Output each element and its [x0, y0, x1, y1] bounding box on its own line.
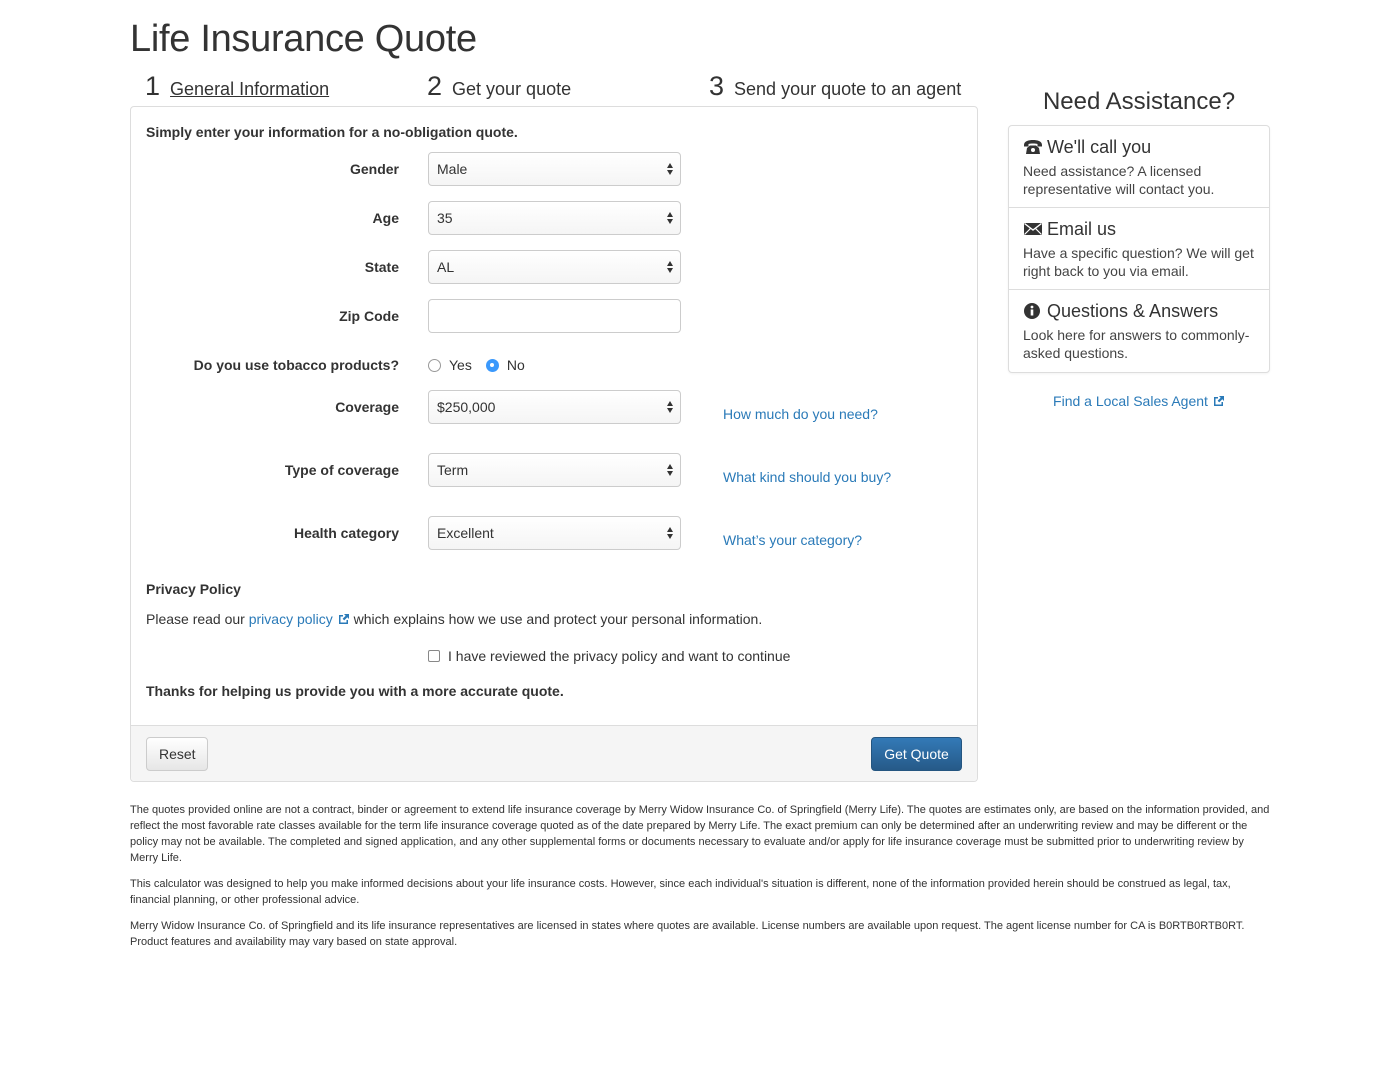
select-arrows-icon — [667, 161, 674, 177]
select-arrows-icon — [667, 210, 674, 226]
info-icon — [1024, 303, 1040, 319]
disclaimer: The quotes provided online are not a con… — [130, 802, 1270, 960]
tobacco-row: Do you use tobacco products? Yes No — [131, 348, 979, 382]
assistance-list: We'll call you Need assistance? A licens… — [1008, 125, 1270, 373]
privacy-acknowledge: I have reviewed the privacy policy and w… — [428, 648, 790, 664]
assist-item-desc: Have a specific question? We will get ri… — [1023, 245, 1254, 279]
phone-icon — [1024, 140, 1042, 154]
assist-item-faq[interactable]: Questions & Answers Look here for answer… — [1009, 290, 1269, 372]
privacy-checkbox[interactable] — [428, 650, 440, 662]
tobacco-yes-label[interactable]: Yes — [449, 357, 472, 373]
assist-item-title: We'll call you — [1047, 136, 1152, 157]
privacy-text-before: Please read our — [146, 611, 249, 627]
privacy-text-after: which explains how we use and protect yo… — [349, 611, 763, 627]
state-select[interactable]: AL — [428, 250, 681, 284]
zip-label: Zip Code — [339, 308, 399, 324]
get-quote-button[interactable]: Get Quote — [871, 737, 962, 771]
tobacco-label: Do you use tobacco products? — [193, 357, 399, 373]
privacy-text: Please read our privacy policy which exp… — [146, 611, 762, 627]
tobacco-no-radio[interactable] — [485, 358, 499, 372]
local-agent-label[interactable]: Find a Local Sales Agent — [1053, 393, 1208, 409]
state-value: AL — [437, 259, 455, 275]
assist-item-title: Email us — [1047, 218, 1117, 239]
thanks-text: Thanks for helping us provide you with a… — [146, 683, 564, 699]
coverage-value: $250,000 — [437, 399, 496, 415]
select-arrows-icon — [667, 399, 674, 415]
assist-item-email[interactable]: Email us Have a specific question? We wi… — [1009, 208, 1269, 290]
coverage-type-select[interactable]: Term — [428, 453, 681, 487]
tobacco-yes-radio[interactable] — [428, 358, 441, 372]
step-get-quote: 2 Get your quote — [427, 71, 571, 102]
coverage-label: Coverage — [335, 399, 399, 415]
coverage-help-link[interactable]: How much do you need? — [723, 397, 878, 431]
gender-select[interactable]: Male — [428, 152, 681, 186]
coverage-type-row: Type of coverage Term What kind should y… — [131, 453, 979, 487]
assist-item-desc: Need assistance? A licensed representati… — [1023, 163, 1215, 197]
assistance-title: Need Assistance? — [1042, 88, 1236, 115]
select-arrows-icon — [667, 462, 674, 478]
step-number: 1 — [145, 71, 161, 101]
state-label: State — [364, 259, 399, 275]
coverage-type-label: Type of coverage — [284, 462, 399, 478]
find-local-agent-link[interactable]: Find a Local Sales Agent — [1008, 393, 1270, 409]
age-value: 35 — [437, 210, 453, 226]
coverage-type-value: Term — [437, 462, 469, 478]
assist-item-call[interactable]: We'll call you Need assistance? A licens… — [1009, 126, 1269, 208]
zip-code-input[interactable] — [428, 299, 681, 333]
step-label[interactable]: General Information — [170, 79, 329, 100]
health-label: Health category — [293, 525, 399, 541]
form-intro: Simply enter your information for a no-o… — [146, 124, 518, 140]
select-arrows-icon — [667, 525, 674, 541]
step-label: Get your quote — [452, 79, 572, 99]
step-general-information[interactable]: 1 General Information — [145, 71, 329, 102]
select-arrows-icon — [667, 259, 674, 275]
assist-item-title: Questions & Answers — [1047, 300, 1219, 321]
assist-item-desc: Look here for answers to commonly-asked … — [1023, 327, 1250, 361]
external-link-icon — [338, 614, 349, 624]
step-send-to-agent: 3 Send your quote to an agent — [709, 71, 961, 102]
age-label: Age — [372, 210, 399, 226]
progress-steps: 1 General Information 2 Get your quote 3… — [130, 71, 978, 106]
health-help-link[interactable]: What’s your category? — [723, 523, 862, 557]
external-link-icon — [1213, 396, 1224, 406]
age-row: Age 35 — [131, 201, 979, 235]
gender-value: Male — [437, 161, 468, 177]
privacy-title: Privacy Policy — [146, 581, 241, 597]
health-row: Health category Excellent What’s your ca… — [131, 516, 979, 550]
coverage-type-help-link[interactable]: What kind should you buy? — [723, 460, 891, 494]
privacy-policy-link[interactable]: privacy policy — [249, 611, 350, 627]
privacy-link-label[interactable]: privacy policy — [249, 611, 333, 627]
health-category-select[interactable]: Excellent — [428, 516, 681, 550]
state-row: State AL — [131, 250, 979, 284]
tobacco-radio-group: Yes No — [428, 348, 539, 382]
step-number: 2 — [427, 71, 443, 101]
step-number: 3 — [709, 71, 725, 101]
reset-button[interactable]: Reset — [146, 737, 208, 771]
tobacco-no-label[interactable]: No — [507, 357, 525, 373]
quote-form-panel: Simply enter your information for a no-o… — [130, 106, 978, 782]
envelope-icon — [1024, 222, 1042, 235]
coverage-select[interactable]: $250,000 — [428, 390, 681, 424]
privacy-checkbox-label[interactable]: I have reviewed the privacy policy and w… — [448, 648, 790, 664]
disclaimer-paragraph: The quotes provided online are not a con… — [130, 804, 1270, 864]
zip-row: Zip Code — [131, 299, 979, 333]
step-label: Send your quote to an agent — [734, 79, 962, 99]
coverage-row: Coverage $250,000 How much do you need? — [131, 390, 979, 424]
page-title: Life Insurance Quote — [130, 18, 477, 60]
gender-label: Gender — [349, 161, 399, 177]
form-footer: Reset Get Quote — [131, 725, 977, 781]
disclaimer-paragraph: Merry Widow Insurance Co. of Springfield… — [130, 920, 1245, 948]
age-select[interactable]: 35 — [428, 201, 681, 235]
gender-row: Gender Male — [131, 152, 979, 186]
disclaimer-paragraph: This calculator was designed to help you… — [130, 878, 1231, 906]
health-value: Excellent — [437, 525, 494, 541]
